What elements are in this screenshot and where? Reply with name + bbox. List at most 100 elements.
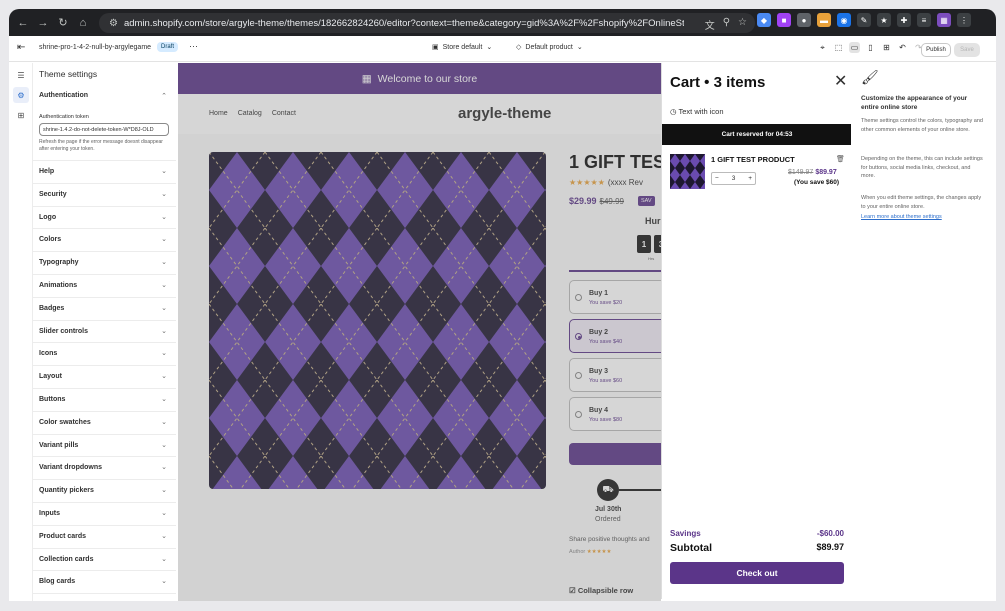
apps-icon[interactable]: ⊞ — [13, 107, 29, 123]
settings-section-product-cards[interactable]: Product cards ⌄ — [33, 526, 176, 549]
info-paragraph: When you edit theme settings, the change… — [861, 195, 982, 210]
divider — [569, 270, 661, 272]
extension-icon[interactable]: ■ — [777, 13, 791, 27]
desktop-icon[interactable]: ▭ — [849, 42, 860, 53]
settings-section-variant-dropdowns[interactable]: Variant dropdowns ⌄ — [33, 457, 176, 481]
save-badge: SAV — [638, 196, 655, 206]
translate-icon[interactable]: 文 — [705, 17, 715, 32]
reading-list-icon[interactable]: ≡ — [917, 13, 931, 27]
mobile-icon[interactable]: ▯ — [865, 42, 876, 53]
minus-icon[interactable]: − — [715, 175, 719, 182]
camera-icon[interactable]: ● — [797, 13, 811, 27]
product-select[interactable]: ◇ Default product ⌄ — [516, 43, 583, 52]
cart-item-name[interactable]: 1 GIFT TEST PRODUCT — [711, 155, 795, 164]
exit-icon[interactable]: ⇤ — [17, 42, 25, 53]
chevron-down-icon: ⌄ — [161, 555, 167, 563]
text-with-icon-label: Text with icon — [678, 107, 724, 116]
radio-button[interactable] — [575, 333, 582, 340]
url-text[interactable]: admin.shopify.com/store/argyle-theme/the… — [124, 18, 684, 29]
settings-section-security[interactable]: Security ⌄ — [33, 184, 176, 207]
product-image[interactable] — [209, 152, 546, 489]
puzzle-icon[interactable]: ✚ — [897, 13, 911, 27]
publish-button[interactable]: Publish — [921, 43, 951, 57]
authentication-header[interactable]: Authentication ⌃ — [39, 92, 170, 100]
settings-section-icons[interactable]: Icons ⌄ — [33, 343, 176, 367]
chevron-down-icon: ⌄ — [161, 236, 167, 244]
bundle-option[interactable]: Buy 4 You save $80 — [569, 397, 661, 431]
savings-value: -$60.00 — [816, 529, 844, 538]
settings-section-animations[interactable]: Animations ⌄ — [33, 275, 176, 298]
home-icon[interactable]: ⌂ — [73, 13, 93, 33]
settings-section-variant-pills[interactable]: Variant pills ⌄ — [33, 435, 176, 458]
nav-link-contact[interactable]: Contact — [272, 110, 296, 117]
store-logo[interactable]: argyle-theme — [458, 105, 551, 122]
trash-icon[interactable]: 🗑 — [836, 155, 845, 163]
settings-section-quantity-pickers[interactable]: Quantity pickers ⌄ — [33, 480, 176, 503]
profile-icon[interactable]: ▦ — [937, 13, 951, 27]
plus-icon[interactable]: + — [748, 175, 752, 182]
radio-button[interactable] — [575, 294, 582, 301]
info-heading: Customize the appearance of your entire … — [861, 95, 968, 111]
select-icon[interactable]: ⬚ — [833, 42, 844, 53]
settings-section-color-swatches[interactable]: Color swatches ⌄ — [33, 412, 176, 435]
section-label: Inputs — [39, 509, 60, 517]
reload-icon[interactable]: ↻ — [53, 13, 73, 33]
bundle-option[interactable]: Buy 1 You save $20 — [569, 280, 661, 314]
back-icon[interactable]: ← — [13, 13, 33, 33]
store-select[interactable]: ▣ Store default ⌄ — [432, 43, 492, 52]
settings-section-blog-cards[interactable]: Blog cards ⌄ — [33, 571, 176, 595]
settings-section-typography[interactable]: Typography ⌄ — [33, 252, 176, 275]
token-field[interactable]: shrine-1.4.2-do-not-delete-token-W*D8J-O… — [39, 123, 169, 136]
settings-section-inputs[interactable]: Inputs ⌄ — [33, 503, 176, 526]
settings-section-badges[interactable]: Badges ⌄ — [33, 298, 176, 321]
address-bar[interactable]: ⚙ admin.shopify.com/store/argyle-theme/t… — [99, 13, 755, 33]
token-help: Refresh the page if the error message do… — [39, 139, 163, 152]
settings-section-help[interactable]: Help ⌄ — [33, 161, 176, 184]
collapsible-row[interactable]: ☑ Collapsible row — [569, 586, 633, 595]
calendar-icon: ▦ — [361, 72, 372, 85]
tune-icon[interactable]: ⚙ — [109, 18, 118, 29]
radio-button[interactable] — [575, 372, 582, 379]
radio-button[interactable] — [575, 411, 582, 418]
bundle-option[interactable]: Buy 3 You save $60 — [569, 358, 661, 392]
countdown-digit: 3 — [654, 235, 661, 253]
info-paragraph: Depending on the theme, this can include… — [861, 156, 983, 179]
cart-item-image[interactable] — [670, 154, 705, 189]
undo-icon[interactable]: ↶ — [897, 42, 908, 53]
cart-drawer: Cart • 3 items ✕ ◷ Text with icon Cart r… — [661, 63, 852, 599]
extension-icon[interactable]: ◉ — [837, 13, 851, 27]
authentication-section: Authentication ⌃ Authentication token sh… — [33, 85, 176, 161]
bundle-option[interactable]: Buy 2 You save $40 — [569, 319, 661, 353]
learn-more-link[interactable]: Learn more about theme settings — [861, 214, 942, 220]
forward-icon[interactable]: → — [33, 13, 53, 33]
checkout-button[interactable]: Check out — [670, 562, 844, 584]
quantity-stepper[interactable]: − 3 + — [711, 172, 756, 185]
zoom-icon[interactable]: ⚲ — [723, 17, 730, 32]
inspector-icon[interactable]: ⌖ — [817, 42, 828, 53]
theme-settings-icon[interactable]: ⚙ — [13, 87, 29, 103]
more-icon[interactable]: ··· — [189, 41, 198, 51]
extension-icon[interactable]: ◆ — [757, 13, 771, 27]
star-icon[interactable]: ☆ — [738, 17, 747, 32]
settings-section-layout[interactable]: Layout ⌄ — [33, 366, 176, 389]
chevron-down-icon: ⌄ — [161, 259, 167, 267]
fullscreen-icon[interactable]: ⊞ — [881, 42, 892, 53]
extension-icon[interactable]: ▬ — [817, 13, 831, 27]
settings-section-slider-controls[interactable]: Slider controls ⌄ — [33, 321, 176, 344]
extension-icon[interactable]: ✎ — [857, 13, 871, 27]
panel-title: Theme settings — [39, 69, 98, 79]
close-icon[interactable]: ✕ — [834, 74, 847, 90]
extension-icon[interactable]: ★ — [877, 13, 891, 27]
settings-section-buttons[interactable]: Buttons ⌄ — [33, 389, 176, 412]
nav-link-home[interactable]: Home — [209, 110, 228, 117]
chevron-down-icon: ⌄ — [161, 464, 167, 472]
add-to-cart-button[interactable] — [569, 443, 661, 465]
settings-section-colors[interactable]: Colors ⌄ — [33, 229, 176, 253]
nav-link-catalog[interactable]: Catalog — [238, 110, 262, 117]
sections-icon[interactable]: ☰ — [13, 67, 29, 83]
settings-section-logo[interactable]: Logo ⌄ — [33, 207, 176, 230]
quantity-value[interactable]: 3 — [732, 175, 736, 182]
settings-section-collection-cards[interactable]: Collection cards ⌄ — [33, 549, 176, 572]
save-button[interactable]: Save — [954, 43, 980, 57]
menu-icon[interactable]: ⋮ — [957, 13, 971, 27]
